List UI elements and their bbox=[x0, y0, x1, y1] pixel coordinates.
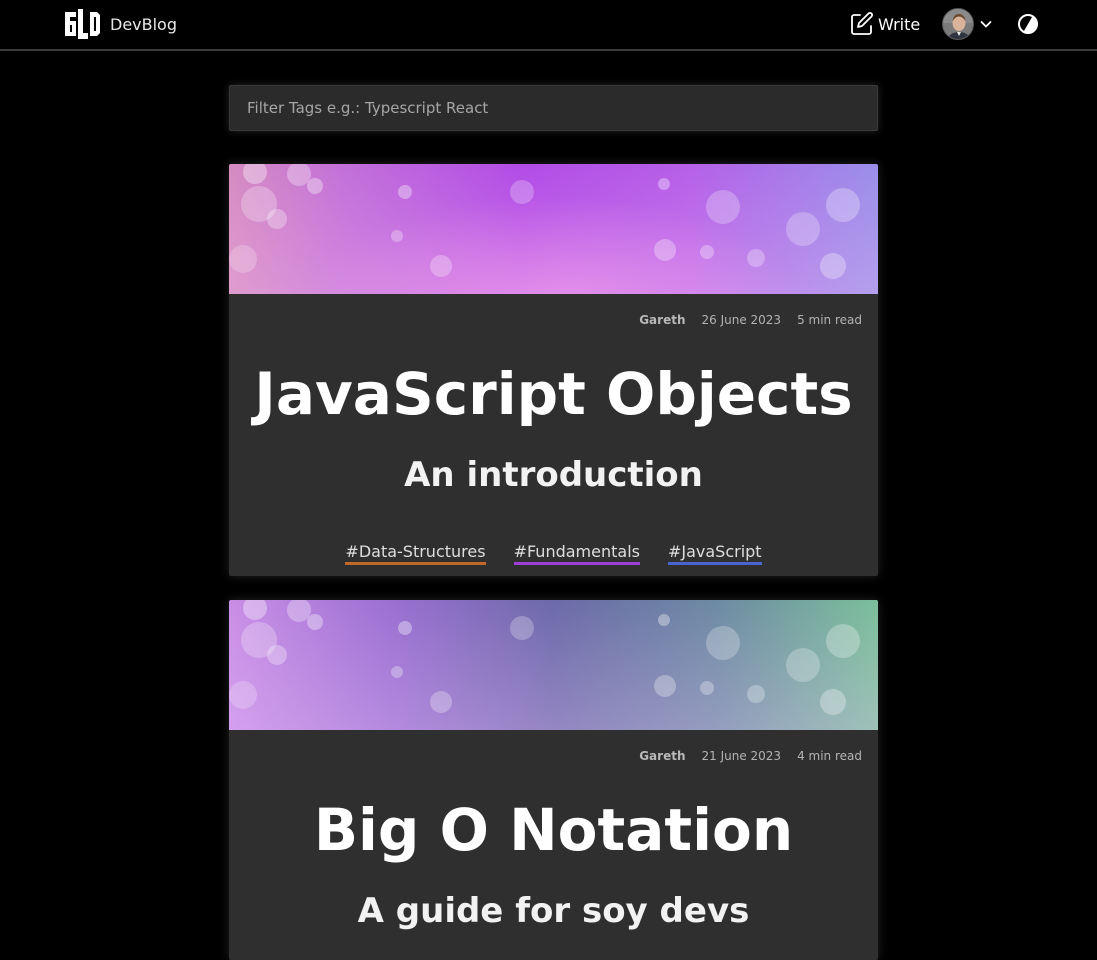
post-title[interactable]: JavaScript Objects bbox=[229, 360, 878, 428]
avatar bbox=[942, 8, 974, 40]
write-label: Write bbox=[878, 14, 921, 34]
pencil-square-icon bbox=[851, 12, 873, 35]
post-cover-image bbox=[229, 164, 878, 294]
devblog-logo-icon bbox=[65, 8, 100, 39]
brand-name: DevBlog bbox=[110, 14, 177, 34]
user-menu-button[interactable] bbox=[942, 8, 994, 40]
bokeh-decoration bbox=[229, 600, 860, 715]
theme-toggle-icon[interactable] bbox=[1017, 13, 1039, 35]
post-date: 21 June 2023 bbox=[701, 749, 782, 763]
tag-data-structures[interactable]: #Data-Structures bbox=[345, 542, 486, 565]
post-tags: #Data-Structures #Fundamentals #JavaScri… bbox=[229, 542, 878, 565]
home-link[interactable]: DevBlog bbox=[64, 8, 177, 40]
post-cover-image bbox=[229, 600, 878, 730]
post-subtitle: A guide for soy devs bbox=[357, 891, 750, 931]
post-subtitle: An introduction bbox=[404, 455, 703, 495]
top-navbar: DevBlog Write bbox=[0, 0, 1097, 51]
post-card[interactable]: Gareth 21 June 2023 4 min read Big O Not… bbox=[229, 600, 878, 960]
bokeh-decoration bbox=[229, 164, 860, 279]
tag-fundamentals[interactable]: #Fundamentals bbox=[513, 542, 640, 565]
post-date: 26 June 2023 bbox=[701, 313, 782, 327]
write-button[interactable]: Write bbox=[849, 9, 920, 39]
post-title[interactable]: Big O Notation bbox=[229, 796, 878, 864]
chevron-down-icon bbox=[980, 21, 992, 28]
post-meta: Gareth 21 June 2023 4 min read bbox=[639, 749, 862, 763]
tag-javascript[interactable]: #JavaScript bbox=[667, 542, 762, 565]
post-meta: Gareth 26 June 2023 5 min read bbox=[639, 313, 862, 327]
post-author: Gareth bbox=[639, 313, 686, 327]
post-read-time: 4 min read bbox=[797, 749, 862, 763]
post-card[interactable]: Gareth 26 June 2023 5 min read JavaScrip… bbox=[229, 164, 878, 576]
tag-filter-input[interactable] bbox=[229, 85, 878, 131]
post-author: Gareth bbox=[639, 749, 686, 763]
post-read-time: 5 min read bbox=[797, 313, 862, 327]
